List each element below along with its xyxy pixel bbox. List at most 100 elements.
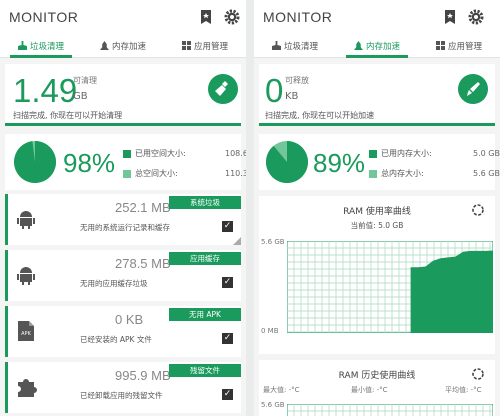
junk-item-system[interactable]: 252.1 MB 系统垃圾 无用的系统运行记录和缓存 ✓	[5, 194, 241, 245]
total-memory-label: 总内存大小:	[381, 169, 424, 178]
cleanable-caption: 可清理	[73, 76, 97, 85]
scan-progress-bar	[259, 123, 495, 126]
refresh-spinner-icon[interactable]	[471, 367, 485, 381]
memory-card: 89% 已用内存大小: 5.0 GB 总内存大小: 5.6 GB	[259, 134, 500, 190]
ram-current-value: 当前值: 5.0 GB	[350, 221, 404, 230]
broom-icon	[215, 81, 228, 96]
app-title: MONITOR	[9, 9, 79, 25]
scan-progress-bar	[5, 123, 241, 126]
ram-history-chart	[287, 404, 493, 416]
item-description: 已经安装的 APK 文件	[80, 335, 152, 344]
junk-item-unused-apk[interactable]: APK 0 KB 无用 APK 已经安装的 APK 文件 ✓	[5, 306, 241, 357]
top-bar: MONITOR	[254, 0, 500, 34]
ram-ymax-label: 5.6 GB	[261, 238, 285, 246]
used-space-value: 108.6 GB	[225, 149, 246, 158]
tab-app-manager[interactable]: 应用管理	[418, 34, 500, 57]
item-accent-bar	[5, 194, 8, 245]
item-accent-bar	[5, 250, 8, 301]
tab-junk-clean[interactable]: 垃圾清理	[254, 34, 336, 57]
legend-swatch	[123, 169, 131, 178]
used-space-legend: 已用空间大小: 108.6 GB	[123, 148, 246, 159]
clean-summary-card: 1.49 可清理 GB 扫描完成, 你现在可以开始清理	[5, 64, 241, 126]
tab-label: 垃圾清理	[29, 41, 64, 52]
ram-history-card: RAM 历史使用曲线 最大值: -°C 最小值: -°C 平均值: -°C 5.…	[259, 360, 495, 416]
apk-icon-label: APK	[21, 331, 31, 337]
cleanable-unit: GB	[73, 91, 88, 102]
cleanable-size-value: 1.49	[13, 72, 78, 109]
tab-memory-boost[interactable]: 内存加速	[336, 34, 418, 58]
boost-button[interactable]	[458, 74, 488, 104]
legend-swatch	[369, 149, 377, 158]
memory-percent: 89%	[313, 148, 366, 178]
broom-icon	[271, 41, 281, 50]
bookmark-icon[interactable]	[442, 9, 458, 25]
expand-corner-icon[interactable]	[233, 237, 241, 245]
tab-label: 内存加速	[365, 41, 400, 52]
ram-ymin-label: 0 MB	[261, 327, 279, 335]
item-size: 252.1 MB	[115, 200, 171, 215]
item-accent-bar	[5, 306, 8, 357]
total-memory-value: 5.6 GB	[473, 169, 500, 178]
used-memory-label: 已用内存大小:	[381, 149, 432, 158]
total-space-value: 110.3 GB	[225, 169, 246, 178]
top-bar: MONITOR	[0, 0, 246, 34]
rocket-icon	[99, 41, 109, 50]
item-checkbox[interactable]: ✓	[222, 333, 233, 344]
item-checkbox[interactable]: ✓	[222, 389, 233, 400]
item-category-badge: 残留文件	[169, 364, 241, 377]
history-ymax-label: 5.6 GB	[261, 401, 285, 409]
used-space-label: 已用空间大小:	[135, 149, 186, 158]
clean-button[interactable]	[208, 74, 238, 104]
storage-pie	[14, 140, 57, 183]
used-memory-legend: 已用内存大小: 5.0 GB	[369, 148, 500, 159]
app-title: MONITOR	[263, 9, 333, 25]
releasable-size-value: 0	[265, 72, 284, 109]
ram-usage-card: RAM 使用率曲线 当前值: 5.0 GB 5.6 GB 0 MB	[259, 196, 495, 354]
apk-file-icon: APK	[18, 321, 34, 341]
grid-icon	[435, 41, 445, 50]
history-avg: 平均值: -°C	[445, 386, 482, 394]
legend-swatch	[123, 149, 131, 158]
puzzle-icon	[18, 379, 37, 397]
settings-gear-icon[interactable]	[468, 9, 484, 25]
ram-chart-title: RAM 使用率曲线	[343, 207, 411, 217]
scan-status: 扫描完成, 你现在可以开始加速	[265, 111, 375, 120]
ram-usage-chart	[287, 241, 493, 333]
item-category-badge: 应用缓存	[169, 252, 241, 265]
bookmark-icon[interactable]	[198, 9, 214, 25]
tab-label: 应用管理	[447, 41, 482, 52]
history-max: 最大值: -°C	[263, 386, 300, 394]
item-description: 无用的应用缓存垃圾	[80, 279, 148, 288]
used-memory-value: 5.0 GB	[473, 149, 500, 158]
tab-app-manager[interactable]: 应用管理	[164, 34, 246, 57]
tab-label: 应用管理	[193, 41, 228, 52]
junk-item-app-cache[interactable]: 278.5 MB 应用缓存 无用的应用缓存垃圾 ✓	[5, 250, 241, 301]
tab-label: 垃圾清理	[283, 41, 318, 52]
settings-gear-icon[interactable]	[224, 9, 240, 25]
junk-item-residual-files[interactable]: 995.9 MB 残留文件 已经卸载应用的残留文件 ✓	[5, 362, 241, 413]
scan-status: 扫描完成, 你现在可以开始清理	[13, 111, 123, 120]
refresh-spinner-icon[interactable]	[471, 203, 485, 217]
tab-label: 内存加速	[111, 41, 146, 52]
total-space-legend: 总空间大小: 110.3 GB	[123, 168, 246, 179]
legend-swatch	[369, 169, 377, 178]
item-description: 已经卸载应用的残留文件	[80, 391, 163, 400]
item-checkbox[interactable]: ✓	[222, 221, 233, 232]
rocket-icon	[353, 41, 363, 50]
tab-bar: 垃圾清理 内存加速 应用管理	[254, 34, 500, 58]
releasable-unit: KB	[285, 91, 299, 102]
total-space-label: 总空间大小:	[135, 169, 178, 178]
item-description: 无用的系统运行记录和缓存	[80, 223, 170, 232]
boost-summary-card: 0 可释放 KB 扫描完成, 你现在可以开始加速	[259, 64, 495, 126]
item-category-badge: 系统垃圾	[169, 196, 241, 209]
history-chart-title: RAM 历史使用曲线	[338, 371, 416, 381]
tab-junk-clean[interactable]: 垃圾清理	[0, 34, 82, 58]
history-min: 最小值: -°C	[351, 386, 388, 394]
memory-pie	[265, 141, 308, 183]
android-icon	[17, 267, 35, 285]
junk-clean-screen: MONITOR 垃圾清理 内存加速 应用管理 1.49 可清理 GB 扫描完成,…	[0, 0, 246, 416]
item-checkbox[interactable]: ✓	[222, 277, 233, 288]
item-category-badge: 无用 APK	[169, 308, 241, 321]
item-size: 278.5 MB	[115, 256, 171, 271]
tab-memory-boost[interactable]: 内存加速	[82, 34, 164, 57]
